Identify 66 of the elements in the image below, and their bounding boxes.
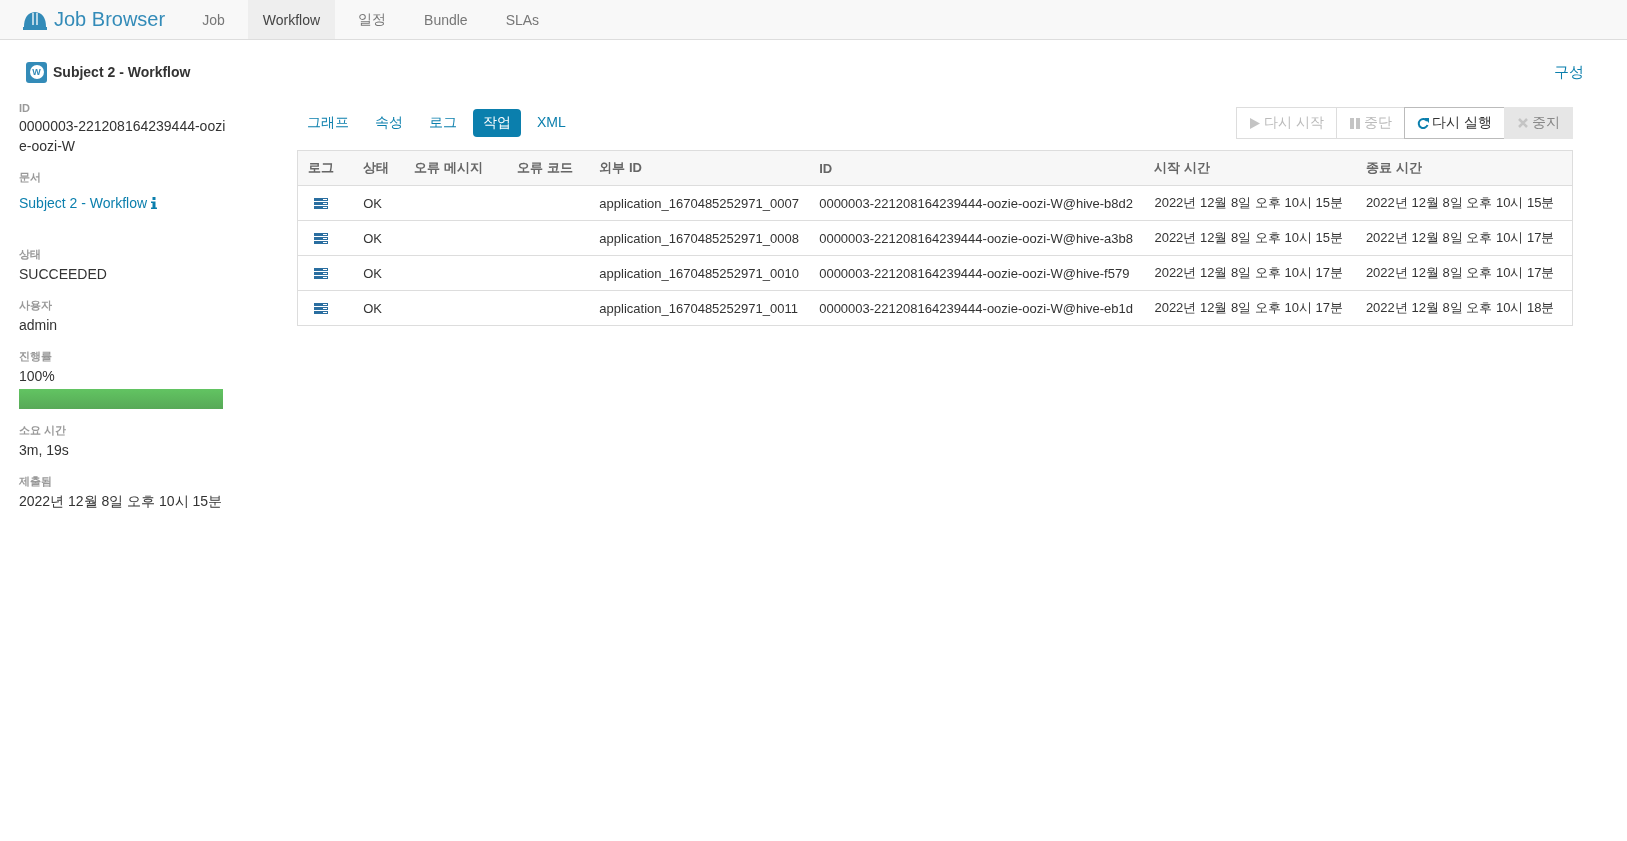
table-cell: 0000003-221208164239444-oozie-oozi-W@hive-eb1d xyxy=(809,290,1145,326)
log-icon xyxy=(314,302,328,314)
column-header: 시작 시간 xyxy=(1144,150,1356,186)
column-header: 외부 ID xyxy=(589,150,810,186)
table-cell: 2022년 12월 8일 오후 10시 15분 xyxy=(1144,220,1356,256)
close-icon xyxy=(1517,116,1529,130)
nav-tab[interactable]: Workflow xyxy=(247,0,336,39)
table-cell: application_1670485252971_0011 xyxy=(589,290,810,326)
pause-icon xyxy=(1349,116,1362,130)
nav-tab[interactable]: SLAs xyxy=(490,0,555,39)
column-header: ID xyxy=(809,150,1145,186)
column-header: 로그 xyxy=(297,150,354,186)
log-icon xyxy=(314,197,328,209)
table-cell: 2022년 12월 8일 오후 10시 17분 xyxy=(1355,220,1573,256)
info-icon xyxy=(151,197,158,209)
app-brand[interactable]: Job Browser xyxy=(54,8,166,31)
property-label: 상태 xyxy=(19,247,42,262)
table-cell: 0000003-221208164239444-oozie-oozi-W@hive-f579 xyxy=(809,255,1145,291)
document-link[interactable]: Subject 2 - Workflow xyxy=(19,187,158,213)
log-icon xyxy=(314,267,328,279)
table-cell: OK xyxy=(353,185,405,221)
property-label: 문서 xyxy=(19,170,42,185)
table-cell: 2022년 12월 8일 오후 10시 18분 xyxy=(1355,290,1573,326)
configuration-link[interactable]: 구성 xyxy=(1554,62,1584,82)
column-header: 오류 코드 xyxy=(506,150,590,186)
section-tab[interactable]: 속성 xyxy=(365,109,413,137)
refresh-icon xyxy=(1417,116,1430,130)
nav-tab[interactable]: Bundle xyxy=(409,0,483,39)
log-icon xyxy=(314,232,328,244)
table-cell: 2022년 12월 8일 오후 10시 15분 xyxy=(1144,185,1356,221)
table-cell: 2022년 12월 8일 오후 10시 17분 xyxy=(1355,255,1573,291)
property-value: SUCCEEDED xyxy=(19,265,108,284)
nav-tab[interactable]: Job xyxy=(187,0,240,39)
table-cell: 2022년 12월 8일 오후 10시 17분 xyxy=(1144,255,1356,291)
table-cell: application_1670485252971_0007 xyxy=(589,185,810,221)
table-cell: 2022년 12월 8일 오후 10시 17분 xyxy=(1144,290,1356,326)
table-cell: application_1670485252971_0008 xyxy=(589,220,810,256)
refresh-button[interactable]: 다시 실행 xyxy=(1404,107,1505,139)
page-title: Subject 2 - Workflow xyxy=(53,64,191,80)
property-label: 제출됨 xyxy=(19,474,53,489)
play-icon xyxy=(1249,116,1262,130)
table-cell: 2022년 12월 8일 오후 10시 15분 xyxy=(1355,185,1573,221)
property-value: 0000003-221208164239444-oozie-oozi-W xyxy=(19,117,227,156)
table-cell: OK xyxy=(353,290,405,326)
property-value: 100% xyxy=(19,367,56,386)
property-value: admin xyxy=(19,316,59,335)
property-label: 소요 시간 xyxy=(19,423,68,438)
property-value: 3m, 19s xyxy=(19,441,70,460)
property-label: ID xyxy=(19,102,31,114)
column-header: 상태 xyxy=(353,150,405,186)
property-label: 사용자 xyxy=(19,298,53,313)
property-value: 2022년 12월 8일 오후 10시 15분 xyxy=(19,492,224,511)
workflow-badge: W xyxy=(26,61,47,83)
table-cell: 0000003-221208164239444-oozie-oozi-W@hive-a3b8 xyxy=(809,220,1145,256)
section-tab[interactable]: 작업 xyxy=(473,109,521,137)
section-tab[interactable]: 그래프 xyxy=(297,109,359,137)
table-cell: OK xyxy=(353,255,405,291)
section-tab[interactable]: 로그 xyxy=(419,109,467,137)
property-label: 진행률 xyxy=(19,349,53,364)
table-cell: application_1670485252971_0010 xyxy=(589,255,810,291)
column-header: 오류 메시지 xyxy=(404,150,507,186)
section-tab[interactable]: XML xyxy=(527,109,576,137)
table-cell: OK xyxy=(353,220,405,256)
column-header: 종료 시간 xyxy=(1355,150,1573,186)
nav-tab[interactable]: 일정 xyxy=(343,0,402,39)
table-cell: 0000003-221208164239444-oozie-oozi-W@hive-b8d2 xyxy=(809,185,1145,221)
